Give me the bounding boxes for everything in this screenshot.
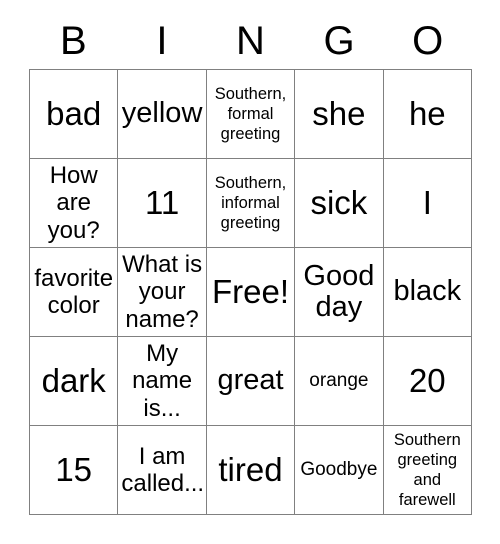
bingo-cell-text: 11 bbox=[144, 183, 180, 221]
bingo-header-letter-g: G bbox=[323, 19, 355, 63]
bingo-cell-r4c4[interactable]: orange bbox=[295, 337, 384, 426]
bingo-cell-r1c2[interactable]: yellow bbox=[118, 70, 207, 159]
bingo-cell-r5c4[interactable]: Goodbye bbox=[295, 426, 384, 515]
bingo-cell-text: I bbox=[422, 183, 432, 221]
bingo-cell-text: Good day bbox=[303, 259, 375, 323]
bingo-cell-text: My name is... bbox=[132, 339, 193, 422]
bingo-cell-text: Southern, formal greeting bbox=[214, 84, 287, 144]
bingo-cell-r4c3[interactable]: great bbox=[206, 337, 296, 426]
bingo-cell-r2c4[interactable]: sick bbox=[295, 159, 384, 248]
bingo-cell-r2c5[interactable]: I bbox=[383, 159, 472, 248]
bingo-cell-r3c2[interactable]: What is your name? bbox=[118, 248, 207, 337]
bingo-cell-r4c5[interactable]: 20 bbox=[383, 337, 472, 426]
bingo-cell-text: 20 bbox=[408, 361, 446, 399]
bingo-cell-text: sick bbox=[310, 183, 368, 221]
bingo-cell-text: black bbox=[393, 275, 462, 308]
bingo-cell-text: orange bbox=[309, 369, 369, 391]
bingo-cell-r5c3[interactable]: tired bbox=[206, 426, 296, 515]
bingo-cell-r4c1[interactable]: dark bbox=[30, 337, 119, 426]
bingo-cell-r2c2[interactable]: 11 bbox=[118, 159, 207, 248]
bingo-cell-r5c5[interactable]: Southern greeting and farewell bbox=[383, 426, 472, 515]
bingo-cell-r4c2[interactable]: My name is... bbox=[118, 337, 207, 426]
bingo-cell-r2c3[interactable]: Southern, informal greeting bbox=[206, 159, 296, 248]
bingo-cell-r1c3[interactable]: Southern, formal greeting bbox=[206, 70, 296, 159]
bingo-cell-r1c4[interactable]: she bbox=[295, 70, 384, 159]
bingo-cell-text: Goodbye bbox=[300, 458, 378, 480]
bingo-cell-text: dark bbox=[41, 361, 106, 399]
bingo-cell-r3c5[interactable]: black bbox=[383, 248, 472, 337]
bingo-cell-text: Southern greeting and farewell bbox=[393, 430, 461, 510]
bingo-cell-text: How are you? bbox=[47, 161, 100, 244]
bingo-header-letter-o: O bbox=[412, 19, 444, 63]
bingo-cell-r3c1[interactable]: favorite color bbox=[30, 248, 119, 337]
bingo-cell-text: 15 bbox=[55, 450, 93, 488]
bingo-header-row: B I N G O bbox=[29, 14, 472, 68]
bingo-cell-text: Southern, informal greeting bbox=[214, 173, 287, 233]
bingo-header-letter-i: I bbox=[156, 19, 168, 63]
bingo-cell-r1c1[interactable]: bad bbox=[30, 70, 119, 159]
bingo-grid: bad yellow Southern, formal greeting she… bbox=[29, 69, 472, 515]
bingo-header-letter-n: N bbox=[236, 19, 265, 63]
bingo-cell-text: What is your name? bbox=[122, 250, 203, 333]
bingo-cell-text: I am called... bbox=[121, 442, 205, 497]
bingo-cell-text: yellow bbox=[121, 97, 203, 130]
bingo-cell-r5c1[interactable]: 15 bbox=[30, 426, 119, 515]
bingo-cell-r5c2[interactable]: I am called... bbox=[118, 426, 207, 515]
bingo-card: B I N G O bad yellow Southern, formal gr… bbox=[0, 0, 500, 544]
bingo-cell-r1c5[interactable]: he bbox=[383, 70, 472, 159]
bingo-cell-text: great bbox=[217, 364, 284, 397]
bingo-cell-text: Free! bbox=[211, 272, 289, 310]
bingo-cell-free-space[interactable]: Free! bbox=[206, 248, 296, 337]
bingo-cell-text: favorite color bbox=[34, 264, 114, 319]
bingo-cell-r3c4[interactable]: Good day bbox=[295, 248, 384, 337]
bingo-cell-text: bad bbox=[46, 94, 102, 132]
bingo-cell-text: he bbox=[408, 94, 446, 132]
bingo-cell-text: she bbox=[312, 94, 366, 132]
bingo-cell-text: tired bbox=[218, 450, 283, 488]
bingo-header-letter-b: B bbox=[59, 19, 87, 63]
bingo-cell-r2c1[interactable]: How are you? bbox=[30, 159, 119, 248]
